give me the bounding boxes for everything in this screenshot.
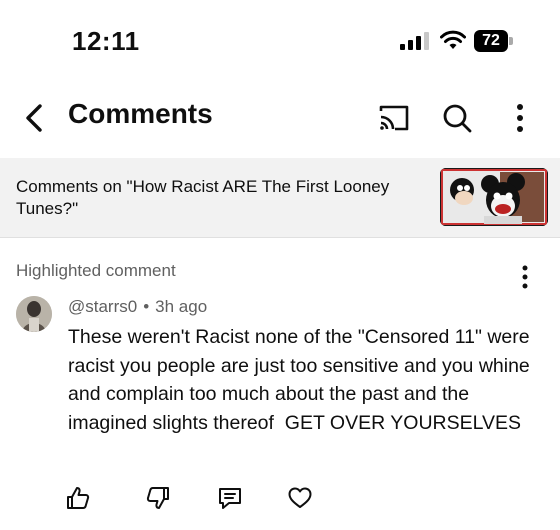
more-vert-icon	[522, 265, 528, 289]
reply-button[interactable]	[212, 480, 248, 516]
thumbnail-art	[440, 168, 548, 226]
status-time: 12:11	[72, 26, 140, 56]
video-context-text: Comments on "How Racist ARE The First Lo…	[16, 177, 390, 218]
meta-separator: •	[143, 297, 150, 316]
search-icon	[443, 104, 472, 133]
battery-icon: 72	[474, 30, 514, 52]
battery-level: 72	[474, 30, 508, 52]
battery-cap	[509, 37, 513, 45]
cellular-signal-icon	[400, 32, 429, 50]
app-header: Comments	[0, 88, 560, 148]
status-bar: 12:11 72	[0, 0, 560, 80]
more-vert-icon	[517, 104, 523, 132]
page-title: Comments	[68, 98, 213, 129]
cast-button[interactable]	[372, 96, 416, 140]
dislike-button[interactable]	[140, 480, 176, 516]
video-thumbnail[interactable]	[440, 168, 548, 226]
heart-icon	[288, 487, 312, 508]
highlighted-comment-label: Highlighted comment	[16, 261, 176, 280]
back-arrow-icon	[26, 104, 42, 132]
comment-more-button[interactable]	[510, 262, 540, 292]
comment-text: These weren't Racist none of the "Censor…	[68, 326, 536, 434]
dislike-icon	[146, 487, 169, 509]
cast-icon	[379, 105, 409, 131]
video-context-bar[interactable]: Comments on "How Racist ARE The First Lo…	[0, 158, 560, 238]
wifi-icon	[440, 30, 466, 49]
comment-author[interactable]: @starrs0	[68, 297, 137, 316]
heart-button[interactable]	[282, 480, 318, 516]
comment-time: 3h ago	[155, 297, 208, 316]
avatar-image	[16, 296, 52, 332]
like-button[interactable]	[60, 480, 96, 516]
like-icon	[67, 487, 90, 509]
reply-icon	[219, 488, 241, 509]
avatar[interactable]	[16, 296, 52, 332]
back-button[interactable]	[14, 96, 54, 140]
comment-meta: @starrs0 • 3h ago	[68, 297, 207, 317]
search-button[interactable]	[435, 96, 479, 140]
comment-actions	[60, 480, 340, 516]
more-options-button[interactable]	[498, 96, 542, 140]
